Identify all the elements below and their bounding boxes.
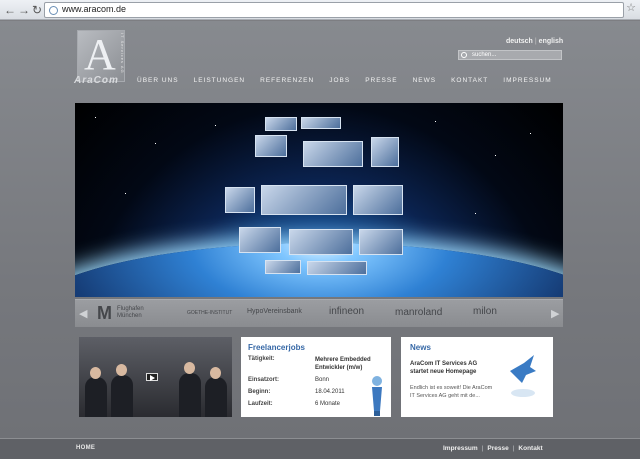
client-flughafen-mark[interactable]: M — [97, 303, 112, 324]
person-head — [116, 364, 127, 376]
globe-tile — [307, 261, 367, 275]
bookmark-star-icon[interactable]: ☆ — [626, 2, 636, 14]
globe-tile — [353, 185, 403, 215]
star-dot — [530, 133, 531, 134]
footer-links: Impressum | Presse | Kontakt — [443, 445, 543, 452]
footer-presse-link[interactable]: Presse — [487, 445, 508, 452]
job-label-beginn: Beginn: — [248, 389, 271, 395]
person-figure — [85, 377, 107, 417]
menu-news[interactable]: NEWS — [413, 77, 437, 84]
client-manroland[interactable]: manroland — [395, 307, 442, 318]
globe-tile — [225, 187, 255, 213]
person-figure — [205, 377, 227, 417]
bird-icon — [510, 355, 536, 397]
language-deutsch[interactable]: deutsch — [506, 38, 533, 45]
person-head — [210, 367, 221, 379]
menu-kontakt[interactable]: KONTAKT — [451, 77, 488, 84]
star-dot — [495, 155, 496, 156]
address-bar[interactable]: www.aracom.de — [44, 2, 624, 18]
star-dot — [435, 121, 436, 122]
url-text[interactable]: www.aracom.de — [62, 4, 126, 14]
client-logo-strip: ◀ M Flughafen München GOETHE-INSTITUT Hy… — [75, 299, 563, 327]
logo-a-mark: A — [84, 30, 116, 79]
star-dot — [215, 125, 216, 126]
strip-next-arrow-icon[interactable]: ▶ — [551, 308, 559, 320]
browser-toolbar: ← → ↻ www.aracom.de ☆ — [0, 0, 640, 20]
client-milon[interactable]: milon — [473, 306, 497, 317]
menu-leistungen[interactable]: LEISTUNGEN — [194, 77, 246, 84]
client-infineon[interactable]: infineon — [329, 306, 364, 317]
globe-tile — [255, 135, 287, 157]
globe-icon — [49, 6, 58, 15]
play-icon — [150, 375, 155, 381]
news-teaser[interactable]: Endlich ist es soweit! Die AraCom IT Ser… — [410, 384, 494, 400]
globe-tile — [303, 141, 363, 167]
brand-name[interactable]: AraCom — [74, 75, 119, 86]
globe-tile — [239, 227, 281, 253]
globe-tile — [289, 229, 353, 255]
job-label-einsatzort: Einsatzort: — [248, 377, 280, 383]
job-label-taetigkeit: Tätigkeit: — [248, 356, 275, 362]
search-icon[interactable] — [461, 52, 467, 58]
star-dot — [155, 143, 156, 144]
news-title[interactable]: News — [410, 343, 431, 352]
language-english[interactable]: english — [539, 38, 564, 45]
globe-tile — [301, 117, 341, 129]
search-input[interactable]: suchen... — [458, 50, 562, 60]
person-figure — [111, 375, 133, 417]
back-icon[interactable]: ← — [3, 3, 17, 17]
menu-impressum[interactable]: IMPRESSUM — [503, 77, 551, 84]
person-head — [90, 367, 101, 379]
main-menu: ÜBER UNS LEISTUNGEN REFERENZEN JOBS PRES… — [137, 77, 552, 84]
job-value-laufzeit: 6 Monate — [315, 401, 341, 407]
person-head — [184, 362, 195, 374]
play-button[interactable] — [146, 373, 158, 381]
client-flughafen[interactable]: Flughafen München — [117, 306, 151, 320]
footer-kontakt-link[interactable]: Kontakt — [518, 445, 542, 452]
globe-tile — [265, 260, 301, 274]
language-switch: deutsch | english — [506, 38, 564, 45]
globe-tile — [265, 117, 297, 131]
search-placeholder: suchen... — [472, 52, 497, 58]
hero-banner — [75, 103, 563, 297]
star-dot — [475, 213, 476, 214]
forward-icon[interactable]: → — [17, 3, 31, 17]
news-headline[interactable]: AraCom IT Services AG startet neue Homep… — [410, 360, 494, 376]
menu-jobs[interactable]: JOBS — [329, 77, 350, 84]
job-value-beginn: 18.04.2011 — [315, 389, 345, 395]
reload-icon[interactable]: ↻ — [30, 3, 44, 17]
globe-tile — [371, 137, 399, 167]
mascot-figure-icon — [372, 376, 382, 416]
menu-ueber-uns[interactable]: ÜBER UNS — [137, 77, 179, 84]
jobs-title[interactable]: Freelancerjobs — [248, 343, 305, 352]
site-footer: HOME Impressum | Presse | Kontakt — [0, 438, 640, 459]
menu-presse[interactable]: PRESSE — [365, 77, 397, 84]
star-dot — [95, 117, 96, 118]
menu-referenzen[interactable]: REFERENZEN — [260, 77, 314, 84]
website: A IT Services AG AraCom deutsch | english … — [0, 21, 640, 459]
footer-home-link[interactable]: HOME — [76, 445, 95, 451]
star-dot — [125, 193, 126, 194]
job-value-taetigkeit[interactable]: Mehrere Embedded Entwickler (m/w) — [315, 356, 387, 372]
client-hypovereinsbank[interactable]: HypoVereinsbank — [247, 308, 302, 315]
globe-tile — [359, 229, 403, 255]
client-goethe[interactable]: GOETHE-INSTITUT — [187, 310, 232, 316]
brand-subtitle: IT Services AG — [120, 33, 125, 74]
globe-tile — [261, 185, 347, 215]
person-figure — [179, 373, 201, 417]
job-label-laufzeit: Laufzeit: — [248, 401, 273, 407]
footer-impressum-link[interactable]: Impressum — [443, 445, 478, 452]
strip-prev-arrow-icon[interactable]: ◀ — [79, 308, 87, 320]
job-value-einsatzort: Bonn — [315, 377, 330, 383]
